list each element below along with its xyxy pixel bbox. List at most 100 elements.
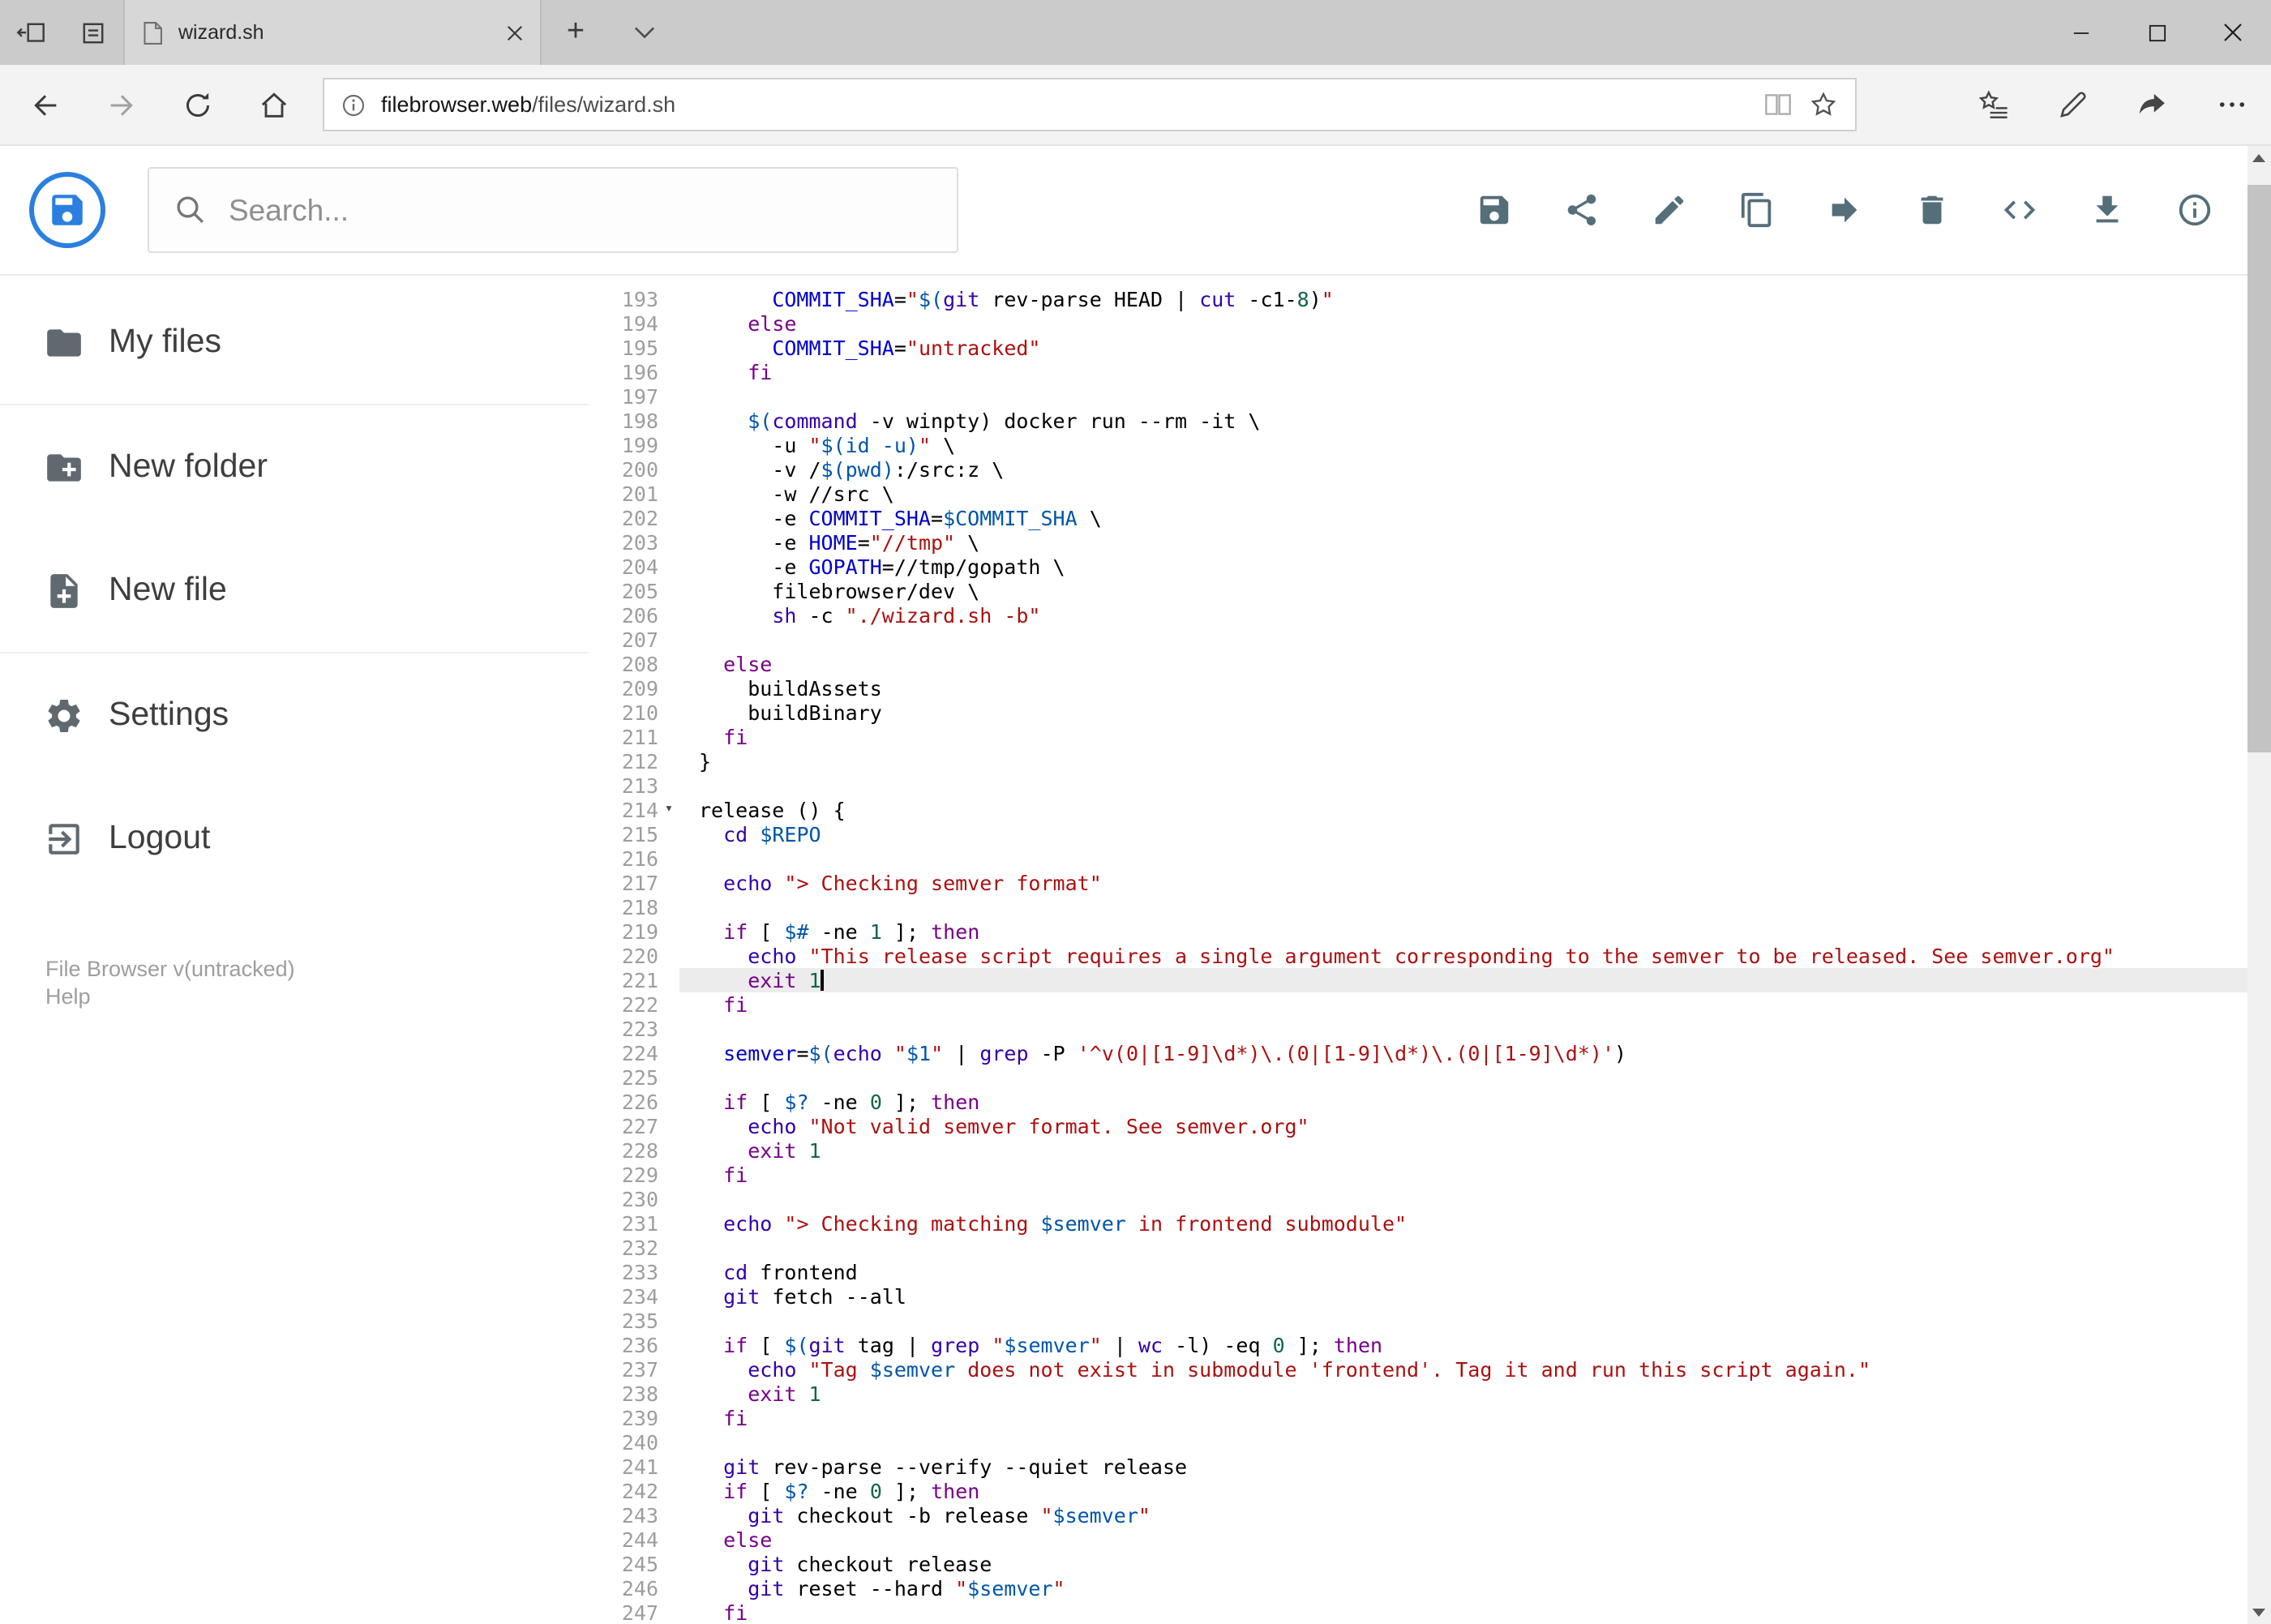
code-text[interactable]: [679, 1236, 2271, 1260]
code-text[interactable]: -v /$(pwd):/src:z \: [679, 457, 2271, 482]
code-line[interactable]: 247 fi: [589, 1600, 2271, 1624]
delete-button[interactable]: [1888, 145, 1976, 275]
code-text[interactable]: filebrowser/dev \: [679, 579, 2271, 603]
page-info-icon[interactable]: [341, 92, 366, 118]
sidebar-item-new-file[interactable]: New file: [0, 529, 589, 652]
code-line[interactable]: 228 exit 1: [589, 1138, 2271, 1163]
code-line[interactable]: 243 git checkout -b release "$semver": [589, 1503, 2271, 1528]
code-text[interactable]: exit 1: [679, 968, 2271, 992]
move-button[interactable]: [1801, 145, 1888, 275]
code-text[interactable]: buildAssets: [679, 676, 2271, 701]
code-text[interactable]: echo "This release script requires a sin…: [679, 944, 2271, 968]
code-text[interactable]: $(command -v winpty) docker run --rm -it…: [679, 409, 2271, 433]
code-text[interactable]: [679, 895, 2271, 919]
scrollbar-thumb[interactable]: [2247, 185, 2271, 752]
tab-close-icon[interactable]: [506, 24, 524, 41]
code-text[interactable]: buildBinary: [679, 701, 2271, 725]
code-text[interactable]: else: [679, 1528, 2271, 1552]
code-line[interactable]: 206 sh -c "./wizard.sh -b": [589, 603, 2271, 628]
code-text[interactable]: else: [679, 652, 2271, 676]
code-line[interactable]: 240: [589, 1430, 2271, 1455]
rename-button[interactable]: [1626, 145, 1713, 275]
code-line[interactable]: 235: [589, 1309, 2271, 1333]
code-line[interactable]: 220 echo "This release script requires a…: [589, 944, 2271, 968]
code-text[interactable]: if [ $? -ne 0 ]; then: [679, 1090, 2271, 1114]
search-input[interactable]: [229, 192, 932, 228]
code-text[interactable]: COMMIT_SHA="$(git rev-parse HEAD | cut -…: [679, 287, 2271, 311]
code-line[interactable]: 222 fi: [589, 992, 2271, 1017]
minimize-button[interactable]: [2042, 0, 2119, 65]
code-line[interactable]: 200 -v /$(pwd):/src:z \: [589, 457, 2271, 482]
copy-button[interactable]: [1713, 145, 1801, 275]
code-line[interactable]: 224 semver=$(echo "$1" | grep -P '^v(0|[…: [589, 1041, 2271, 1065]
code-text[interactable]: [679, 1430, 2271, 1455]
maximize-button[interactable]: [2119, 0, 2195, 65]
sidebar-item-settings[interactable]: Settings: [0, 653, 589, 777]
code-text[interactable]: cd $REPO: [679, 822, 2271, 846]
search-box[interactable]: [148, 167, 958, 253]
scroll-up-arrow[interactable]: [2247, 146, 2271, 170]
code-text[interactable]: -e HOME="//tmp" \: [679, 530, 2271, 555]
raw-code-button[interactable]: [1976, 145, 2063, 275]
code-text[interactable]: git checkout release: [679, 1552, 2271, 1576]
code-text[interactable]: [679, 846, 2271, 871]
code-text[interactable]: -e COMMIT_SHA=$COMMIT_SHA \: [679, 506, 2271, 530]
code-line[interactable]: 241 git rev-parse --verify --quiet relea…: [589, 1455, 2271, 1479]
code-text[interactable]: echo "Tag $semver does not exist in subm…: [679, 1357, 2271, 1382]
code-line[interactable]: 237 echo "Tag $semver does not exist in …: [589, 1357, 2271, 1382]
code-line[interactable]: 239 fi: [589, 1406, 2271, 1430]
code-line[interactable]: 202 -e COMMIT_SHA=$COMMIT_SHA \: [589, 506, 2271, 530]
code-text[interactable]: [679, 628, 2271, 652]
code-line[interactable]: 198 $(command -v winpty) docker run --rm…: [589, 409, 2271, 433]
save-button[interactable]: [1450, 145, 1538, 275]
code-text[interactable]: sh -c "./wizard.sh -b": [679, 603, 2271, 628]
code-text[interactable]: echo "> Checking matching $semver in fro…: [679, 1211, 2271, 1236]
code-text[interactable]: }: [679, 749, 2271, 773]
code-text[interactable]: git reset --hard "$semver": [679, 1576, 2271, 1600]
code-text[interactable]: git rev-parse --verify --quiet release: [679, 1455, 2271, 1479]
share-button[interactable]: [1538, 145, 1626, 275]
home-button[interactable]: [235, 64, 311, 145]
code-line[interactable]: 193 COMMIT_SHA="$(git rev-parse HEAD | c…: [589, 287, 2271, 311]
code-line[interactable]: 205 filebrowser/dev \: [589, 579, 2271, 603]
code-line[interactable]: 195 COMMIT_SHA="untracked": [589, 336, 2271, 360]
code-line[interactable]: 246 git reset --hard "$semver": [589, 1576, 2271, 1600]
code-line[interactable]: 233 cd frontend: [589, 1260, 2271, 1284]
code-line[interactable]: 229 fi: [589, 1163, 2271, 1187]
code-line[interactable]: 226 if [ $? -ne 0 ]; then: [589, 1090, 2271, 1114]
code-text[interactable]: -u "$(id -u)" \: [679, 433, 2271, 457]
code-text[interactable]: else: [679, 311, 2271, 336]
code-text[interactable]: -w //src \: [679, 482, 2271, 506]
code-line[interactable]: 203 -e HOME="//tmp" \: [589, 530, 2271, 555]
web-note-button[interactable]: [2033, 64, 2112, 145]
tab-preview-chevron-button[interactable]: [610, 0, 678, 65]
code-line[interactable]: 196 fi: [589, 360, 2271, 384]
more-options-button[interactable]: [2192, 64, 2271, 145]
code-text[interactable]: fi: [679, 725, 2271, 749]
forward-button[interactable]: [83, 64, 159, 145]
code-line[interactable]: 231 echo "> Checking matching $semver in…: [589, 1211, 2271, 1236]
code-text[interactable]: [679, 1017, 2271, 1041]
code-text[interactable]: fi: [679, 1600, 2271, 1624]
code-line[interactable]: 201 -w //src \: [589, 482, 2271, 506]
code-text[interactable]: [679, 773, 2271, 798]
code-line[interactable]: 234 git fetch --all: [589, 1284, 2271, 1309]
code-editor[interactable]: 193 COMMIT_SHA="$(git rev-parse HEAD | c…: [589, 276, 2271, 1624]
code-line[interactable]: 213: [589, 773, 2271, 798]
sidebar-item-new-folder[interactable]: New folder: [0, 405, 589, 529]
code-text[interactable]: exit 1: [679, 1138, 2271, 1163]
code-line[interactable]: 236 if [ $(git tag | grep "$semver" | wc…: [589, 1333, 2271, 1357]
code-line[interactable]: 207: [589, 628, 2271, 652]
code-text[interactable]: echo "> Checking semver format": [679, 871, 2271, 895]
code-text[interactable]: git fetch --all: [679, 1284, 2271, 1309]
back-button[interactable]: [6, 64, 83, 145]
close-button[interactable]: [2195, 0, 2271, 65]
share-page-button[interactable]: [2112, 64, 2192, 145]
code-line[interactable]: 245 git checkout release: [589, 1552, 2271, 1576]
code-line[interactable]: 204 -e GOPATH=//tmp/gopath \: [589, 555, 2271, 579]
code-line[interactable]: 227 echo "Not valid semver format. See s…: [589, 1114, 2271, 1138]
code-line[interactable]: 221 exit 1: [589, 968, 2271, 992]
code-line[interactable]: 223: [589, 1017, 2271, 1041]
set-tabs-aside-button[interactable]: [0, 0, 62, 65]
reading-view-icon[interactable]: [1763, 91, 1793, 118]
